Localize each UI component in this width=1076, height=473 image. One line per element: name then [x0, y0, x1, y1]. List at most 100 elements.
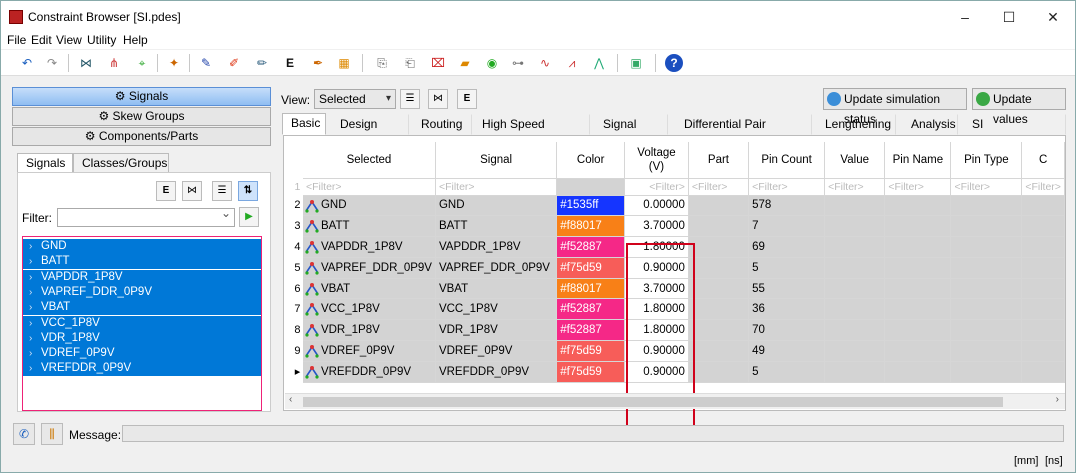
color-cell[interactable]: #f52887: [556, 298, 626, 321]
selected-cell[interactable]: VREFDDR_0P9V: [302, 361, 436, 383]
chevron-right-icon[interactable]: ›: [29, 300, 32, 315]
column-header[interactable]: Part: [688, 142, 750, 179]
table-row[interactable]: 9 VDREF_0P9V VDREF_0P9V #f75d59 0.90000 49: [292, 340, 1065, 362]
signal-cell[interactable]: VDR_1P8V: [435, 319, 558, 342]
voltage-cell[interactable]: 0.90000: [624, 361, 689, 383]
sort-icon[interactable]: ⇅: [238, 181, 258, 201]
pin-count-cell[interactable]: 70: [748, 319, 826, 342]
pin-name-cell[interactable]: [884, 298, 952, 321]
chevron-right-icon[interactable]: ›: [29, 331, 32, 346]
pin-name-cell[interactable]: [884, 215, 952, 238]
extra-cell[interactable]: [1021, 236, 1065, 258]
part-cell[interactable]: [688, 340, 750, 362]
part-cell[interactable]: [688, 278, 750, 300]
tab-classes-groups[interactable]: Classes/Groups: [73, 153, 169, 173]
pin-name-cell[interactable]: [884, 236, 952, 258]
voltage-cell[interactable]: 3.70000: [624, 278, 689, 300]
filter-cell[interactable]: <Filter>: [950, 178, 1023, 196]
pin-type-cell[interactable]: [950, 215, 1023, 238]
color-cell[interactable]: #f52887: [556, 319, 626, 342]
pin-count-cell[interactable]: 5: [748, 257, 826, 279]
table-row[interactable]: 2 GND GND #1535ff 0.00000 578: [292, 195, 1065, 217]
value-cell[interactable]: [824, 298, 886, 321]
tab-lengthening[interactable]: Lengthening: [816, 114, 896, 135]
help-icon[interactable]: ?: [665, 54, 683, 72]
pin-count-cell[interactable]: 55: [748, 278, 826, 300]
tab-si-measurements[interactable]: SI Measurements: [963, 114, 1066, 150]
table-row[interactable]: 3 BATT BATT #f88017 3.70000 7: [292, 215, 1065, 238]
selected-cell[interactable]: GND: [302, 195, 436, 217]
pin-type-cell[interactable]: [950, 278, 1023, 300]
signal-cell[interactable]: VBAT: [435, 278, 558, 300]
filter-cell[interactable]: <Filter>: [435, 178, 558, 196]
pin-name-cell[interactable]: [884, 319, 952, 342]
menu-file[interactable]: File: [7, 33, 26, 47]
chevron-right-icon[interactable]: ›: [29, 346, 32, 361]
tab-basic[interactable]: Basic: [282, 113, 326, 135]
voltage-cell[interactable]: 1.80000: [624, 236, 689, 258]
extra-cell[interactable]: [1021, 195, 1065, 217]
voltage-cell[interactable]: 1.80000: [624, 298, 689, 321]
edit-tool-3-icon[interactable]: ✏: [253, 54, 271, 72]
filter-cell[interactable]: <Filter>: [688, 178, 750, 196]
update-simulation-status-button[interactable]: Update simulation status: [823, 88, 967, 126]
column-header[interactable]: Voltage (V): [624, 142, 689, 179]
value-cell[interactable]: [824, 340, 886, 362]
color-cell[interactable]: #f75d59: [556, 257, 626, 279]
waveform-icon[interactable]: ∿: [536, 54, 554, 72]
selected-cell[interactable]: VDR_1P8V: [302, 319, 436, 342]
chevron-right-icon[interactable]: ›: [29, 254, 32, 269]
undo-icon[interactable]: ↶: [18, 54, 36, 72]
scrollbar-thumb[interactable]: [303, 397, 1003, 407]
pin-type-cell[interactable]: [950, 195, 1023, 217]
chevron-right-icon[interactable]: ›: [29, 316, 32, 331]
tab-signal-class[interactable]: Signal Class: [594, 114, 668, 150]
column-header[interactable]: Pin Type: [950, 142, 1023, 179]
globe-icon[interactable]: ◉: [483, 54, 501, 72]
pin-name-cell[interactable]: [884, 340, 952, 362]
list-item[interactable]: › VDR_1P8V: [23, 330, 261, 346]
edit-tool-icon[interactable]: ✎: [197, 54, 215, 72]
tab-high-speed-routing[interactable]: High Speed Routing: [473, 114, 590, 150]
align-icon[interactable]: ☰: [212, 181, 232, 201]
scroll-right-icon[interactable]: ›: [1056, 394, 1059, 405]
nav-skew-groups-button[interactable]: ⚙ Skew Groups: [12, 107, 271, 126]
menu-help[interactable]: Help: [123, 33, 148, 47]
filter-cell[interactable]: <Filter>: [1021, 178, 1065, 196]
pin-type-cell[interactable]: [950, 319, 1023, 342]
list-item[interactable]: › VAPDDR_1P8V: [23, 269, 261, 285]
chevron-right-icon[interactable]: ›: [29, 285, 32, 300]
pin-name-cell[interactable]: [884, 257, 952, 279]
pin-count-cell[interactable]: 36: [748, 298, 826, 321]
selected-cell[interactable]: VDREF_0P9V: [302, 340, 436, 362]
bus-icon[interactable]: ⫼: [41, 423, 63, 445]
pen-icon[interactable]: ✒: [309, 54, 327, 72]
list-item[interactable]: › VCC_1P8V: [23, 315, 261, 331]
table-row[interactable]: 7 VCC_1P8V VCC_1P8V #f52887 1.80000 36: [292, 298, 1065, 321]
selected-cell[interactable]: VAPREF_DDR_0P9V: [302, 257, 436, 279]
column-header[interactable]: Value: [824, 142, 886, 179]
signal-cell[interactable]: VAPDDR_1P8V: [435, 236, 558, 258]
redo-icon[interactable]: ↷: [43, 54, 61, 72]
extra-cell[interactable]: [1021, 298, 1065, 321]
analysis-icon[interactable]: ⋀: [590, 54, 608, 72]
delete-net-icon[interactable]: ⌧: [429, 54, 447, 72]
list-item[interactable]: › VREFDDR_0P9V: [23, 361, 261, 377]
minimize-button[interactable]: –: [943, 5, 987, 29]
message-box[interactable]: [122, 425, 1064, 442]
value-cell[interactable]: [824, 215, 886, 238]
wizard-icon[interactable]: ✦: [165, 54, 183, 72]
list-item[interactable]: › GND: [23, 239, 261, 254]
pin-type-cell[interactable]: [950, 361, 1023, 383]
chevron-right-icon[interactable]: ›: [29, 270, 32, 285]
pin-type-cell[interactable]: [950, 236, 1023, 258]
filter-cell[interactable]: <Filter>: [824, 178, 886, 196]
tab-differential-pair-routing[interactable]: Differential Pair Routing: [675, 114, 812, 150]
property-e-icon[interactable]: E: [281, 54, 299, 72]
tab-design-rule[interactable]: Design Rule: [331, 114, 409, 150]
column-header[interactable]: Pin Name: [884, 142, 952, 179]
pin-count-cell[interactable]: 49: [748, 340, 826, 362]
table-row[interactable]: 6 VBAT VBAT #f88017 3.70000 55: [292, 278, 1065, 300]
part-cell[interactable]: [688, 257, 750, 279]
layout-icon[interactable]: ▣: [627, 54, 645, 72]
